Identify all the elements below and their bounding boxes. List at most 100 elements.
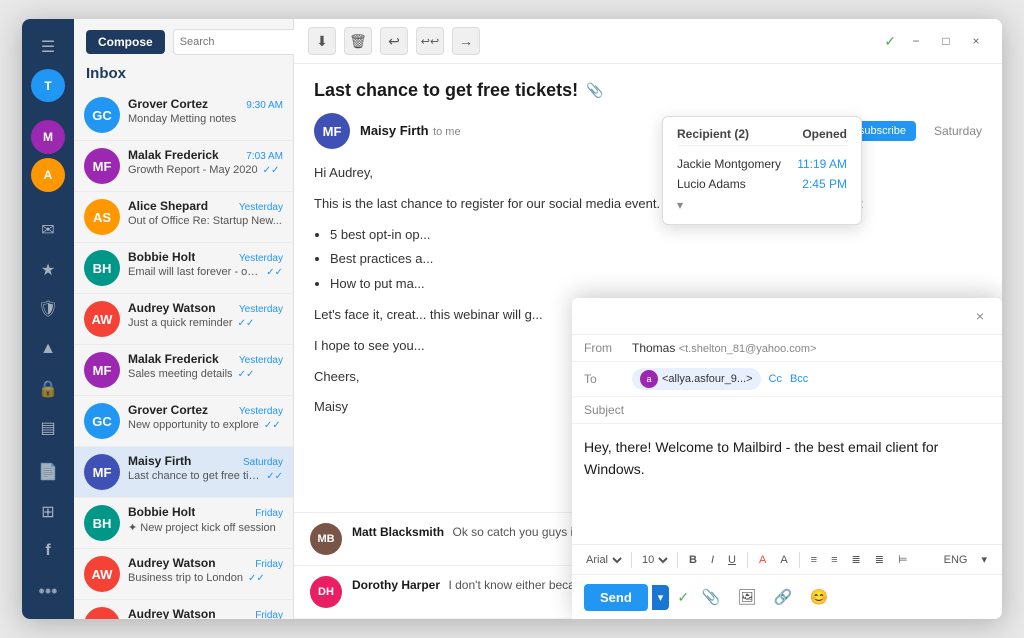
align-left-button[interactable]: ≡ (806, 552, 822, 568)
mail-check-icon: ✓✓ (238, 318, 255, 329)
app-window: ☰ T M A ✉ ★ 🛡 ▲ 🔒 ▤ 📄 ⊞ f ••• Compose ⊟ … (22, 19, 1002, 619)
compose-subject-field[interactable]: Subject (572, 397, 1002, 424)
folder-icon[interactable]: ▤ (30, 411, 66, 447)
mail-item[interactable]: BH Bobbie Holt Friday ✦ New project kick… (74, 498, 293, 549)
mail-time: Yesterday (239, 355, 283, 366)
font-family-select[interactable]: Arial (582, 553, 625, 567)
mail-item[interactable]: GC Grover Cortez Yesterday New opportuni… (74, 396, 293, 447)
star-icon[interactable]: ★ (30, 252, 66, 288)
underline-button[interactable]: U (723, 552, 741, 568)
compose-body[interactable]: Hey, there! Welcome to Mailbird - the be… (572, 424, 1002, 544)
hamburger-icon[interactable]: ☰ (30, 29, 66, 65)
thread-avatar-2: DH (310, 576, 342, 608)
apps-icon[interactable]: ⊞ (30, 494, 66, 530)
align-center-button[interactable]: ≡ (826, 552, 842, 568)
mail-check-icon: ✓✓ (263, 165, 280, 176)
font-color-button[interactable]: A (754, 552, 771, 568)
minimize-button[interactable]: − (904, 29, 928, 53)
compose-to-field[interactable]: To a <allya.asfour_9...> Cc Bcc (572, 362, 1002, 397)
reply-all-button[interactable]: ↩↩ (416, 27, 444, 55)
cc-label[interactable]: Cc (769, 373, 782, 385)
send-button[interactable]: Send (584, 584, 648, 611)
mail-item[interactable]: AW Audrey Watson Friday Business trip to… (74, 549, 293, 600)
contact-avatar-2[interactable]: A (31, 158, 65, 192)
close-button[interactable]: × (964, 29, 988, 53)
download-button[interactable]: ⬇ (308, 27, 336, 55)
trash-button[interactable]: 🗑 (344, 27, 372, 55)
sender-name: Maisy Firth (360, 123, 429, 138)
attach-file-button[interactable]: 📎 (697, 583, 725, 611)
forward-button[interactable]: → (452, 27, 480, 55)
mail-sender: Grover Cortez (128, 97, 208, 111)
recipient-time-1: 11:19 AM (797, 157, 847, 171)
insert-emoji-button[interactable]: 😊 (805, 583, 833, 611)
inbox-icon[interactable]: ✉ (30, 212, 66, 248)
mail-item-top: Audrey Watson Yesterday (128, 301, 283, 315)
draft-icon[interactable]: 📄 (30, 454, 66, 490)
separator-4 (799, 552, 800, 568)
maximize-button[interactable]: □ (934, 29, 958, 53)
mail-item[interactable]: AW Audrey Watson Friday London - Flight … (74, 600, 293, 619)
mail-item-content: Audrey Watson Yesterday Just a quick rem… (128, 301, 283, 329)
insert-link-button[interactable]: 🔗 (769, 583, 797, 611)
recipients-dropdown-icon[interactable]: ▾ (677, 198, 683, 212)
mail-item-content: Audrey Watson Friday London - Flight tic… (128, 607, 283, 619)
social-icon[interactable]: f (30, 534, 66, 570)
mail-list-panel: Compose ⊟ Inbox GC Grover Cortez 9:30 AM… (74, 19, 294, 619)
mail-item[interactable]: AW Audrey Watson Yesterday Just a quick … (74, 294, 293, 345)
mail-item-content: Bobbie Holt Friday ✦ New project kick of… (128, 505, 283, 534)
recipients-col1: Recipient (2) (677, 127, 749, 141)
mail-item-top: Bobbie Holt Yesterday (128, 250, 283, 264)
indent-button[interactable]: ⊨ (893, 551, 913, 568)
highlight-button[interactable]: A (775, 552, 792, 568)
inbox-title: Inbox (74, 61, 293, 90)
mail-item[interactable]: MF Malak Frederick 7:03 AM Growth Report… (74, 141, 293, 192)
font-size-select[interactable]: 10 (638, 553, 671, 567)
send-dropdown-button[interactable]: ▾ (652, 585, 670, 610)
mail-item-content: Malak Frederick 7:03 AM Growth Report - … (128, 148, 283, 176)
email-subject: Last chance to get free tickets! (314, 80, 578, 101)
lock-icon[interactable]: 🔒 (30, 371, 66, 407)
contact-avatar-1[interactable]: M (31, 120, 65, 154)
recipient-time-2: 2:45 PM (802, 177, 847, 191)
list-ol-button[interactable]: ≣ (870, 551, 889, 568)
compose-from-field: From Thomas <t.shelton_81@yahoo.com> (572, 335, 1002, 362)
recipient-name-2: Lucio Adams (677, 177, 746, 191)
bcc-label[interactable]: Bcc (790, 373, 808, 385)
sender-meta: to me (433, 126, 461, 138)
send-icon[interactable]: ▲ (30, 331, 66, 367)
user-avatar[interactable]: T (31, 69, 65, 103)
mail-item[interactable]: AS Alice Shepard Yesterday Out of Office… (74, 192, 293, 243)
compose-to-badge: a <allya.asfour_9...> (632, 368, 761, 390)
compose-button[interactable]: Compose (86, 30, 165, 54)
mail-item-content: Grover Cortez 9:30 AM Monday Metting not… (128, 97, 283, 125)
mail-avatar: GC (84, 97, 120, 133)
lang-select[interactable]: ENG (939, 552, 973, 568)
mail-check-icon: ✓✓ (238, 369, 255, 380)
mail-sender: Grover Cortez (128, 403, 208, 417)
mail-avatar: AW (84, 301, 120, 337)
reply-button[interactable]: ↩ (380, 27, 408, 55)
mail-avatar: BH (84, 250, 120, 286)
mail-item[interactable]: GC Grover Cortez 9:30 AM Monday Metting … (74, 90, 293, 141)
insert-image-button[interactable]: 🖼 (733, 583, 761, 611)
mail-item[interactable]: MF Maisy Firth Saturday Last chance to g… (74, 447, 293, 498)
list-ul-button[interactable]: ≣ (847, 551, 866, 568)
compose-close-button[interactable]: × (970, 306, 990, 326)
mail-item-top: Audrey Watson Friday (128, 556, 283, 570)
contact-avatars: M A (31, 116, 65, 196)
more-icon[interactable]: ••• (30, 573, 66, 609)
mail-subject: ✦ New project kick off session (128, 521, 276, 534)
mail-item[interactable]: BH Bobbie Holt Yesterday Email will last… (74, 243, 293, 294)
mail-item[interactable]: MF Malak Frederick Yesterday Sales meeti… (74, 345, 293, 396)
compose-subject-label: Subject (584, 403, 624, 417)
mail-item-content: Maisy Firth Saturday Last chance to get … (128, 454, 283, 482)
mail-item-content: Bobbie Holt Yesterday Email will last fo… (128, 250, 283, 278)
mail-sender: Audrey Watson (128, 607, 216, 619)
shield-icon[interactable]: 🛡 (30, 292, 66, 328)
italic-button[interactable]: I (706, 552, 719, 568)
email-subject-row: Last chance to get free tickets! 📎 (314, 80, 982, 101)
bold-button[interactable]: B (684, 552, 702, 568)
lang-dropdown[interactable]: ▾ (976, 551, 992, 568)
mail-time: Friday (255, 610, 283, 619)
